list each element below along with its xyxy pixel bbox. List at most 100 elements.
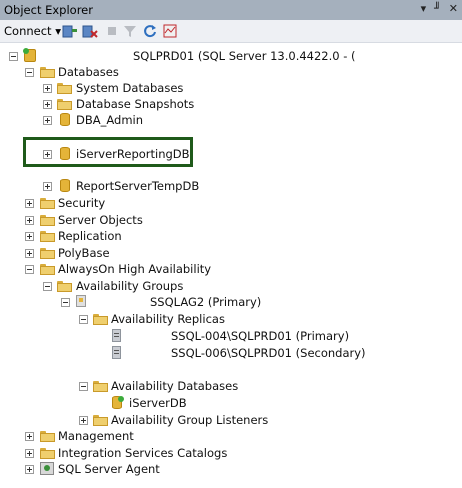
collapse-toggle-icon[interactable] [25,68,34,77]
collapse-toggle-icon[interactable] [9,52,18,61]
tree-node-sql-agent[interactable]: SQL Server Agent [0,461,220,477]
tree-node-availability-group[interactable]: SSQLAG2 (Primary) [0,294,262,310]
tree-node-replica-primary[interactable]: SSQL-004\SQLPRD01 (Primary) [0,328,349,344]
tree-node-security[interactable]: Security [0,195,200,211]
folder-icon [40,67,55,78]
replica-icon [112,329,121,342]
tree-node-server[interactable]: SQLPRD01 (SQL Server 13.0.4422.0 - ( [0,48,356,64]
security-label: Security [58,196,106,210]
folder-icon [40,231,55,242]
expand-toggle-icon[interactable] [25,232,34,241]
server-label: SQLPRD01 (SQL Server 13.0.4422.0 - ( [133,49,356,63]
tree-node-availability-databases[interactable]: Availability Databases [0,378,260,394]
title-controls: ▾ ╜ ✕ [421,2,458,15]
always-on-label: AlwaysOn High Availability [58,262,212,276]
tree-node-availability-groups[interactable]: Availability Groups [0,278,240,294]
activity-monitor-icon[interactable] [162,23,178,39]
connect-database-icon[interactable] [62,23,78,39]
tree-node-system-databases[interactable]: System Databases [0,80,220,96]
connect-dropdown-button[interactable]: Connect ▾ [4,24,61,38]
replica-primary-label: SSQL-004\SQLPRD01 (Primary) [171,329,350,343]
expand-toggle-icon[interactable] [79,416,88,425]
folder-icon [93,415,108,426]
collapse-toggle-icon[interactable] [25,265,34,274]
tree-node-polybase[interactable]: PolyBase [0,245,200,261]
sql-agent-icon [40,462,54,475]
expand-toggle-icon[interactable] [25,432,34,441]
folder-icon [57,83,72,94]
refresh-icon[interactable] [142,23,158,39]
expand-toggle-icon[interactable] [25,216,34,225]
tree-node-ag-listeners[interactable]: Availability Group Listeners [0,412,290,428]
tree-node-replication[interactable]: Replication [0,228,200,244]
folder-icon [40,431,55,442]
integration-services-label: Integration Services Catalogs [58,446,228,460]
expand-toggle-icon[interactable] [43,182,52,191]
disconnect-icon[interactable] [82,23,98,39]
folder-icon [40,215,55,226]
tree-node-integration-services[interactable]: Integration Services Catalogs [0,445,240,461]
tree-node-database-snapshots[interactable]: Database Snapshots [0,96,220,112]
window-position-dropdown-icon[interactable]: ▾ [421,2,427,15]
server-objects-label: Server Objects [58,213,143,227]
tree-node-availability-replicas[interactable]: Availability Replicas [0,311,260,327]
collapse-toggle-icon[interactable] [79,315,88,324]
expand-toggle-icon[interactable] [25,465,34,474]
polybase-label: PolyBase [58,246,110,260]
tree-node-management[interactable]: Management [0,428,200,444]
expand-toggle-icon[interactable] [43,84,52,93]
replica-icon [112,346,121,359]
tree-node-databases[interactable]: Databases [0,64,200,80]
replication-label: Replication [58,229,122,243]
expand-toggle-icon[interactable] [43,116,52,125]
expand-toggle-icon[interactable] [43,150,52,159]
folder-icon [40,448,55,459]
object-explorer-tree: SQLPRD01 (SQL Server 13.0.4422.0 - ( Dat… [0,42,462,488]
folder-icon [40,264,55,275]
database-icon [60,179,70,192]
tree-node-iserver-db[interactable]: iServerDB [0,395,220,411]
availability-groups-label: Availability Groups [76,279,184,293]
expand-toggle-icon[interactable] [43,100,52,109]
collapse-toggle-icon[interactable] [43,282,52,291]
replica-secondary-label: SSQL-006\SQLPRD01 (Secondary) [171,346,366,360]
panel-title: Object Explorer [4,3,93,17]
database-snapshots-label: Database Snapshots [76,97,195,111]
folder-icon [57,281,72,292]
tree-node-always-on[interactable]: AlwaysOn High Availability [0,261,240,277]
database-icon [60,147,70,160]
expand-toggle-icon[interactable] [25,449,34,458]
expand-toggle-icon[interactable] [25,199,34,208]
availability-databases-label: Availability Databases [111,379,239,393]
synchronized-database-icon [112,396,124,409]
close-panel-icon[interactable]: ✕ [449,2,458,15]
stop-icon[interactable] [104,23,120,39]
availability-group-icon [76,295,86,307]
ag-listeners-label: Availability Group Listeners [111,413,269,427]
iserver-db-label: iServerDB [129,396,187,410]
panel-titlebar: Object Explorer ▾ ╜ ✕ [0,0,462,20]
availability-group-label: SSQLAG2 (Primary) [150,295,262,309]
tree-node-iserver-reporting-db[interactable]: iServerReportingDB [0,146,220,162]
management-label: Management [58,429,134,443]
filter-icon[interactable] [122,23,138,39]
dba-admin-label: DBA_Admin [76,113,144,127]
tree-node-replica-secondary[interactable]: SSQL-006\SQLPRD01 (Secondary) [0,345,366,361]
system-databases-label: System Databases [76,81,184,95]
auto-hide-pin-icon[interactable]: ╜ [434,2,441,15]
report-server-temp-db-label: ReportServerTempDB [76,179,200,193]
collapse-toggle-icon[interactable] [79,382,88,391]
tree-node-dba-admin[interactable]: DBA_Admin [0,112,220,128]
folder-icon [93,381,108,392]
expand-toggle-icon[interactable] [25,249,34,258]
folder-icon [57,99,72,110]
explorer-toolbar: Connect ▾ [0,20,462,43]
tree-node-server-objects[interactable]: Server Objects [0,212,200,228]
folder-icon [40,248,55,259]
iserver-reporting-db-label: iServerReportingDB [76,147,190,161]
collapse-toggle-icon[interactable] [61,298,70,307]
databases-label: Databases [58,65,119,79]
tree-node-report-server-temp-db[interactable]: ReportServerTempDB [0,178,220,194]
database-icon [60,113,70,126]
folder-icon [93,314,108,325]
